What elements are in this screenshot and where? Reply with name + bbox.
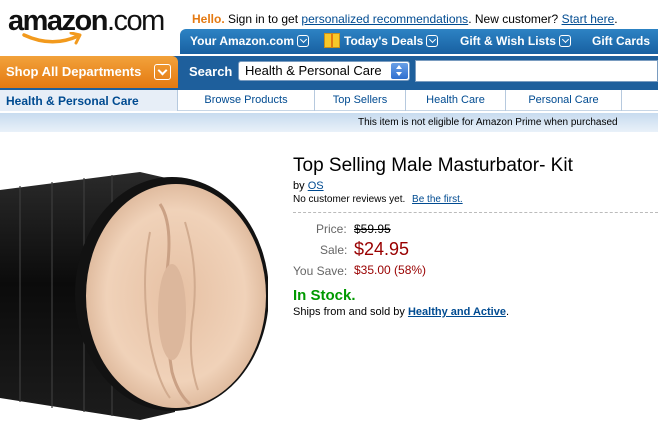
gift-cards-label: Gift Cards <box>592 34 651 48</box>
no-reviews-text: No customer reviews yet. <box>293 194 406 205</box>
shop-all-departments-button[interactable]: Shop All Departments <box>0 56 178 88</box>
list-price: $59.95 <box>354 222 391 236</box>
product-image[interactable] <box>0 162 268 420</box>
todays-deals-menu[interactable]: Today's Deals <box>324 29 439 54</box>
be-the-first-link[interactable]: Be the first. <box>412 194 463 205</box>
byline-by: by <box>293 180 305 192</box>
logo-suffix: .com <box>106 5 165 37</box>
chevron-down-icon <box>154 64 171 80</box>
price-label: Price: <box>316 222 347 236</box>
search-category-value: Health & Personal Care <box>245 63 382 78</box>
subnav-health-care[interactable]: Health Care <box>406 90 506 111</box>
amazon-logo[interactable]: amazon.com <box>8 4 168 48</box>
product-byline: by OS <box>293 180 324 192</box>
chevron-down-icon <box>426 35 439 47</box>
prime-notice-text: This item is not eligible for Amazon Pri… <box>358 117 618 128</box>
gift-box-icon <box>324 33 340 48</box>
subnav-current-category[interactable]: Health & Personal Care <box>0 90 178 111</box>
gift-cards-menu[interactable]: Gift Cards <box>592 29 650 54</box>
greeting-signin-text: Sign in to get <box>228 12 299 26</box>
sale-label: Sale: <box>320 243 348 257</box>
search-category-select[interactable]: Health & Personal Care <box>238 61 410 81</box>
your-amazon-menu[interactable]: Your Amazon.com <box>190 29 310 54</box>
greeting-hello: Hello. <box>192 12 225 26</box>
prime-notice-bar: This item is not eligible for Amazon Pri… <box>0 113 658 132</box>
ships-text: Ships from and sold by <box>293 306 405 318</box>
sale-price: $24.95 <box>354 239 410 259</box>
you-save-label: You Save: <box>293 264 348 278</box>
greeting-end: . <box>614 12 618 26</box>
divider <box>293 212 658 213</box>
subnav-browse-products[interactable]: Browse Products <box>178 90 315 111</box>
personalized-recommendations-link[interactable]: personalized recommendations <box>301 12 468 26</box>
shop-all-label: Shop All Departments <box>6 64 142 79</box>
greeting: Hello. Sign in to get personalized recom… <box>192 12 618 26</box>
select-arrows-icon <box>391 63 408 79</box>
brand-link[interactable]: OS <box>308 180 324 192</box>
category-subnav: Health & Personal Care Browse Products T… <box>0 90 658 111</box>
smile-arrow-icon <box>22 32 82 45</box>
your-amazon-label: Your Amazon.com <box>190 34 295 48</box>
top-nav: Your Amazon.com Today's Deals Gift & Wis… <box>180 29 658 54</box>
start-here-link[interactable]: Start here <box>562 12 615 26</box>
product-title: Top Selling Male Masturbator- Kit <box>293 155 573 176</box>
reviews-line: No customer reviews yet. Be the first. <box>293 194 463 205</box>
subnav-top-sellers[interactable]: Top Sellers <box>315 90 406 111</box>
gift-wish-lists-menu[interactable]: Gift & Wish Lists <box>460 29 571 54</box>
ships-end: . <box>505 306 510 318</box>
todays-deals-label: Today's Deals <box>344 34 424 48</box>
greeting-new-customer: . New customer? <box>468 12 559 26</box>
search-label: Search <box>189 64 233 79</box>
seller-link[interactable]: Healthy and Active <box>408 306 506 318</box>
search-input[interactable] <box>415 60 658 82</box>
chevron-down-icon <box>297 35 310 47</box>
ships-from-line: Ships from and sold by Healthy and Activ… <box>293 306 509 318</box>
subnav-current-label: Health & Personal Care <box>6 94 139 108</box>
gift-wish-lists-label: Gift & Wish Lists <box>460 34 556 48</box>
availability-status: In Stock. <box>293 287 356 304</box>
chevron-down-icon <box>558 35 571 47</box>
you-save-amount: $35.00 (58%) <box>354 263 427 277</box>
subnav-personal-care[interactable]: Personal Care <box>506 90 622 111</box>
